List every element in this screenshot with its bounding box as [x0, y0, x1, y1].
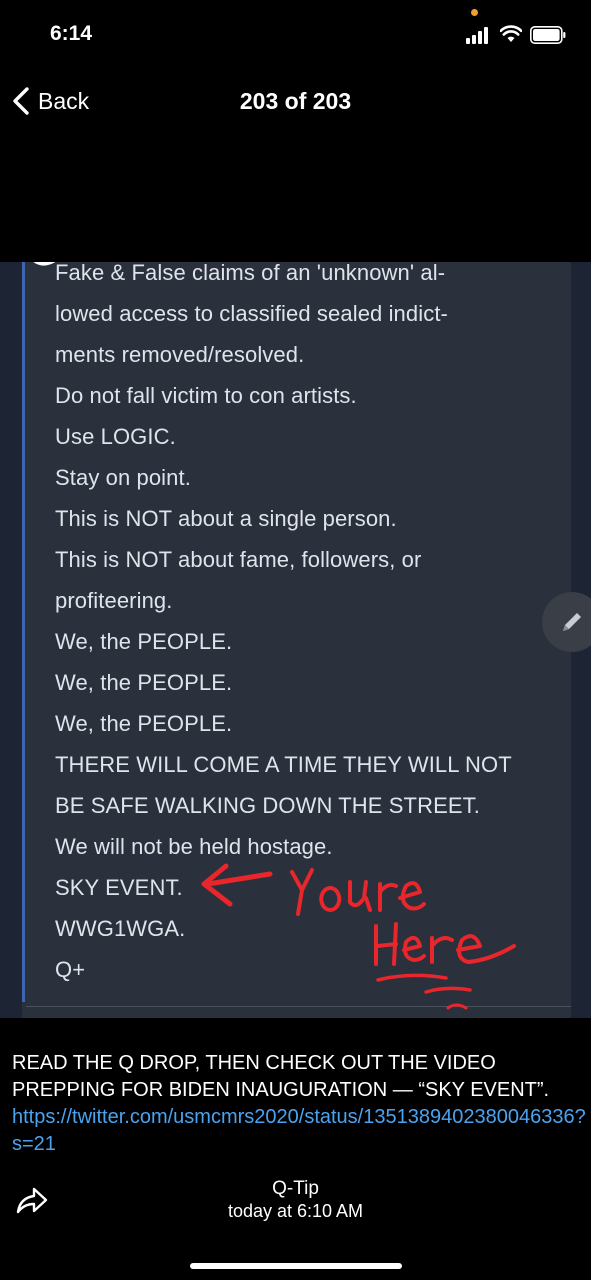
- post-line: This is NOT about fame, followers, or: [55, 547, 422, 572]
- caption-text: READ THE Q DROP, THEN CHECK OUT THE VIDE…: [12, 1052, 550, 1101]
- post-line: We, the PEOPLE.: [55, 629, 233, 654]
- post-line: profiteering.: [55, 588, 173, 613]
- post-line: Q+: [55, 957, 86, 982]
- post-line: SKY EVENT.: [55, 875, 183, 900]
- post-line: Use LOGIC.: [55, 424, 176, 449]
- page-counter-title: 203 of 203: [239, 88, 352, 114]
- post-accent-rule: [22, 262, 25, 1002]
- post-line: lowed access to classified sealed indict…: [55, 301, 448, 326]
- post-line: This is NOT about a single person.: [55, 506, 397, 531]
- caption-link[interactable]: https://twitter.com/usmcmrs2020/status/1…: [12, 1106, 586, 1155]
- photo-viewer-image[interactable]: Fake & False claims of an 'unknown' al- …: [0, 262, 591, 1018]
- post-line: ments removed/resolved.: [55, 342, 305, 367]
- message-timestamp: today at 6:10 AM: [227, 1201, 364, 1221]
- post-line: We, the PEOPLE.: [55, 670, 233, 695]
- post-line: Fake & False claims of an 'unknown' al-: [55, 262, 446, 285]
- navigation-bar: Back 203 of 203: [0, 70, 591, 130]
- sender-name: Q-Tip: [272, 1178, 319, 1199]
- post-line: Do not fall victim to con artists.: [55, 383, 357, 408]
- post-line: We, the PEOPLE.: [55, 711, 233, 736]
- post-line: THERE WILL COME A TIME THEY WILL NOT: [55, 752, 512, 777]
- battery-icon: [530, 26, 566, 44]
- post-line: WWG1WGA.: [55, 916, 186, 941]
- home-indicator[interactable]: [190, 1263, 402, 1269]
- post-line: Stay on point.: [55, 465, 191, 490]
- signal-icon: [466, 26, 492, 44]
- status-bar: 6:14: [0, 0, 591, 70]
- wifi-icon: [500, 25, 522, 42]
- recording-indicator-dot: [471, 9, 478, 16]
- message-caption: READ THE Q DROP, THEN CHECK OUT THE VIDE…: [12, 1050, 586, 1158]
- post-divider: [26, 1006, 571, 1007]
- post-line: BE SAFE WALKING DOWN THE STREET.: [55, 793, 480, 818]
- pencil-icon: [563, 613, 581, 631]
- post-line: We will not be held hostage.: [55, 834, 333, 859]
- status-time: 6:14: [50, 22, 93, 45]
